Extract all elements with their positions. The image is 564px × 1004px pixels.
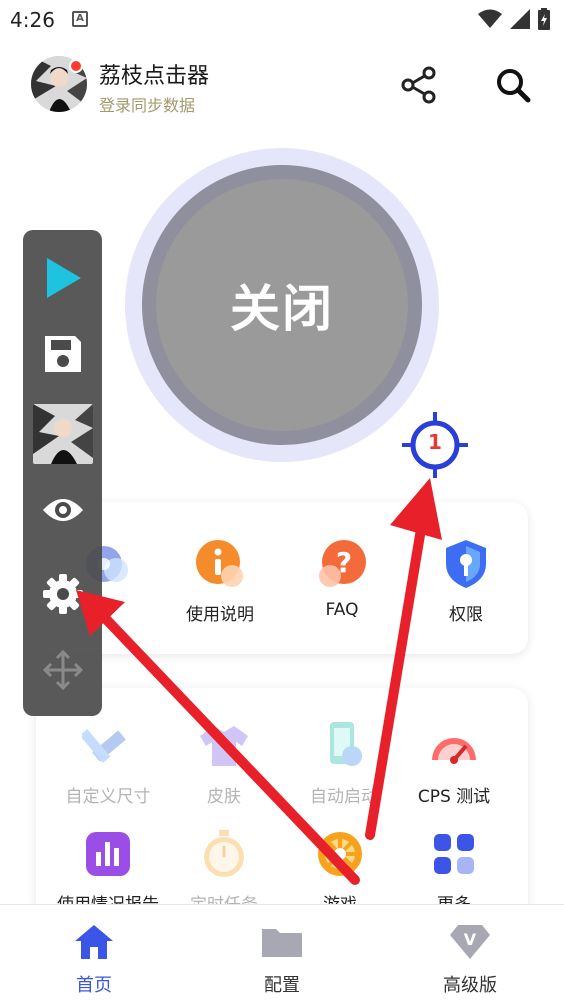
save-icon	[44, 336, 81, 372]
target-number: 1	[428, 430, 442, 454]
visibility-button[interactable]	[23, 494, 102, 526]
play-button[interactable]	[23, 254, 102, 302]
speedometer-icon	[428, 720, 480, 772]
nav-home-label: 首页	[76, 975, 112, 996]
bar-chart-icon	[82, 828, 134, 880]
svg-text:?: ?	[336, 546, 352, 579]
play-icon	[46, 258, 81, 298]
bottom-navigation: 首页 配置 V 高级版	[0, 904, 564, 1004]
power-toggle-button[interactable]: 关闭	[142, 165, 422, 445]
thumbnail-image	[32, 404, 93, 464]
nav-config[interactable]: 配置	[222, 923, 342, 997]
cps-test-label: CPS 测试	[417, 787, 491, 807]
header: 荔枝点击器 登录同步数据	[0, 52, 564, 122]
profile-thumbnail[interactable]	[23, 404, 102, 464]
ruler-pencil-icon	[79, 720, 134, 772]
skin-label: 皮肤	[207, 787, 241, 807]
svg-text:V: V	[464, 930, 477, 949]
move-handle[interactable]	[23, 648, 102, 692]
vip-diamond-icon: V	[450, 925, 490, 959]
quick-actions-card: 使用说明 ? FAQ 权限	[36, 502, 528, 654]
auto-start-item[interactable]: 自动启动	[284, 720, 404, 807]
usage-guide-item[interactable]: 使用说明	[160, 538, 280, 625]
custom-size-item[interactable]: 自定义尺寸	[48, 720, 168, 807]
eye-icon	[42, 499, 83, 521]
search-button[interactable]	[492, 64, 534, 106]
more-item[interactable]: 更多	[394, 828, 514, 915]
notification-dot	[69, 59, 83, 73]
tools-card: 自定义尺寸 皮肤 自动启动 CPS 测试 使用情况报告 定时任务 游戏	[36, 688, 528, 918]
click-target[interactable]: 1	[402, 412, 468, 478]
home-icon	[75, 925, 113, 959]
game-item[interactable]: 游戏	[280, 828, 400, 915]
gear-icon	[42, 574, 83, 614]
grid-icon	[428, 828, 480, 880]
nav-home[interactable]: 首页	[34, 923, 154, 997]
save-button[interactable]	[23, 332, 102, 376]
skin-item[interactable]: 皮肤	[164, 720, 284, 807]
usage-guide-label: 使用说明	[186, 605, 254, 625]
shirt-icon	[198, 720, 250, 772]
share-button[interactable]	[398, 64, 440, 106]
status-time: 4:26	[10, 8, 55, 32]
wheel-icon	[314, 828, 366, 880]
phone-link-icon	[318, 720, 370, 772]
notification-icon: A	[72, 11, 88, 27]
nav-premium-label: 高级版	[443, 975, 497, 996]
app-title: 荔枝点击器	[99, 64, 210, 89]
custom-size-label: 自定义尺寸	[65, 787, 151, 807]
permissions-label: 权限	[449, 605, 483, 625]
scheduled-task-item[interactable]: 定时任务	[164, 828, 284, 915]
battery-icon	[538, 8, 550, 30]
power-label: 关闭	[230, 280, 334, 338]
faq-item[interactable]: ? FAQ	[282, 538, 402, 620]
nav-premium[interactable]: V 高级版	[410, 923, 530, 997]
info-icon	[194, 538, 246, 590]
signal-icon	[510, 9, 530, 29]
shield-key-icon	[440, 538, 492, 590]
search-icon	[497, 69, 531, 103]
stopwatch-icon	[198, 828, 250, 880]
wifi-icon	[478, 9, 502, 28]
usage-report-item[interactable]: 使用情况报告	[48, 828, 168, 915]
status-bar: 4:26 A	[0, 0, 564, 40]
move-icon	[42, 649, 83, 691]
floating-control-panel	[23, 230, 102, 716]
cps-test-item[interactable]: CPS 测试	[394, 720, 514, 807]
settings-button[interactable]	[23, 572, 102, 616]
permissions-item[interactable]: 权限	[406, 538, 526, 625]
login-sync-link[interactable]: 登录同步数据	[99, 92, 195, 116]
auto-start-label: 自动启动	[310, 787, 378, 807]
folder-icon	[262, 929, 302, 957]
faq-label: FAQ	[325, 600, 359, 620]
status-icons	[478, 8, 550, 30]
question-icon: ?	[316, 538, 368, 590]
nav-config-label: 配置	[264, 975, 300, 996]
share-icon	[401, 66, 436, 104]
